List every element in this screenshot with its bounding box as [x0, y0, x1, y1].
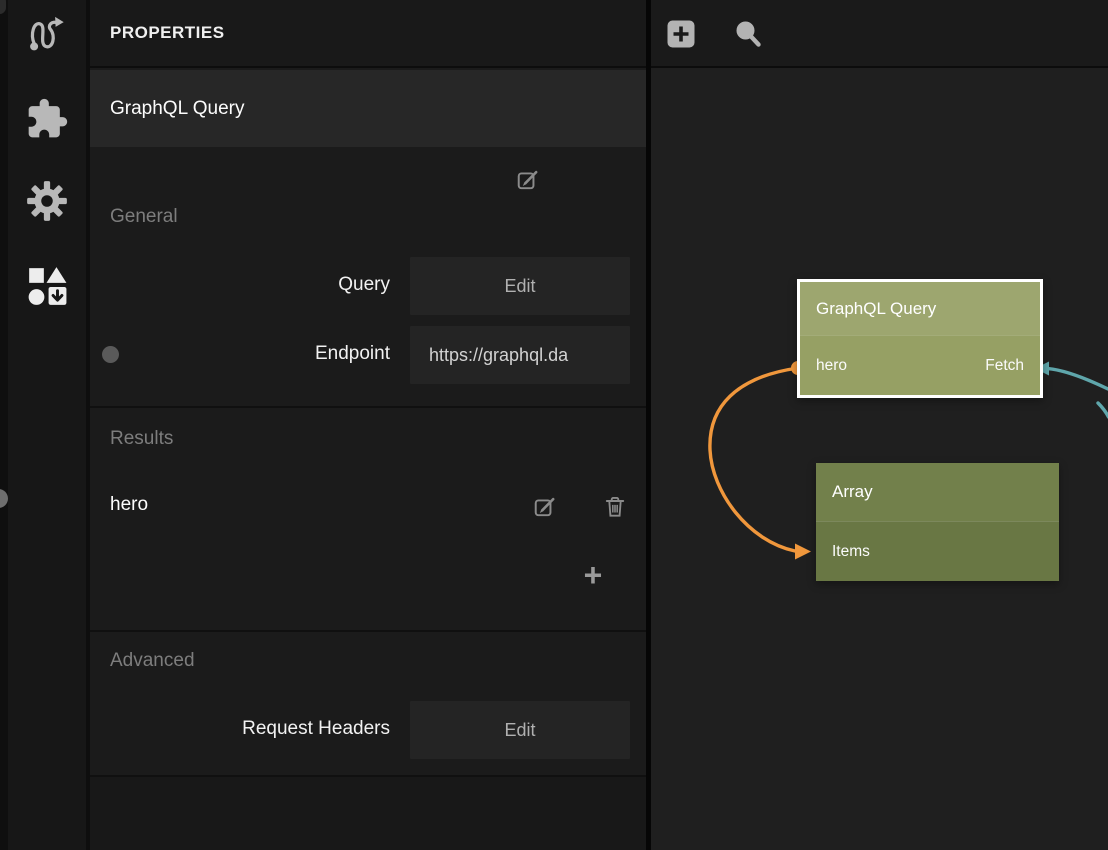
- canvas-toolbar: [651, 0, 1108, 68]
- node-header: Array: [816, 463, 1059, 521]
- panel-footer: [90, 777, 646, 850]
- query-edit-button[interactable]: Edit: [410, 257, 630, 315]
- query-label: Query: [90, 274, 390, 296]
- edit-pencil-icon: [516, 179, 540, 196]
- edit-pencil-icon: [533, 506, 557, 523]
- connections-layer: [651, 0, 1108, 850]
- arrowhead-icon: [795, 544, 811, 560]
- connection-hero-to-items[interactable]: [710, 361, 811, 560]
- rename-result-button[interactable]: [533, 495, 557, 519]
- node-title: Array: [832, 482, 873, 502]
- panel-title: PROPERTIES: [90, 23, 225, 43]
- selected-node-row: GraphQL Query: [90, 70, 646, 147]
- node-graphql-query[interactable]: GraphQL Query hero Fetch: [797, 279, 1043, 398]
- node-canvas[interactable]: GraphQL Query hero Fetch Array Items: [651, 0, 1108, 850]
- window-edge-strip: [0, 0, 8, 850]
- node-ports: hero Fetch: [800, 335, 1040, 395]
- connection-offscreen-to-fetch[interactable]: [1035, 362, 1108, 418]
- sidebar: [8, 0, 86, 850]
- section-advanced-label: Advanced: [110, 650, 195, 672]
- components-shapes-icon: [26, 265, 68, 312]
- port-hero-output[interactable]: hero: [816, 357, 847, 375]
- properties-panel-header: PROPERTIES: [90, 0, 646, 68]
- sidebar-item-components[interactable]: [25, 266, 69, 310]
- section-divider: [90, 406, 646, 408]
- selected-node-name: GraphQL Query: [110, 70, 244, 147]
- request-headers-edit-button[interactable]: Edit: [410, 701, 630, 759]
- gear-icon: [24, 178, 70, 229]
- puzzle-icon: [25, 97, 69, 146]
- endpoint-input[interactable]: https://graphql.da: [410, 326, 630, 384]
- port-items-input[interactable]: Items: [832, 543, 870, 561]
- section-divider: [90, 630, 646, 632]
- search-nodes-button[interactable]: [733, 19, 763, 49]
- sidebar-item-nodes[interactable]: [25, 14, 69, 58]
- section-results-label: Results: [110, 428, 173, 450]
- node-array[interactable]: Array Items: [816, 463, 1059, 581]
- noodl-logo-icon: [26, 13, 68, 60]
- endpoint-label: Endpoint: [90, 343, 390, 365]
- add-node-button[interactable]: [666, 19, 696, 49]
- sidebar-item-settings[interactable]: [25, 181, 69, 225]
- panel-edge-handle[interactable]: [0, 489, 8, 508]
- trash-icon: [603, 506, 627, 523]
- search-icon: [733, 36, 763, 53]
- add-result-button[interactable]: +: [571, 560, 615, 594]
- plus-square-icon: [666, 36, 696, 53]
- section-general-label: General: [110, 206, 178, 228]
- request-headers-label: Request Headers: [90, 718, 390, 740]
- node-title: GraphQL Query: [816, 299, 936, 319]
- sidebar-item-plugins[interactable]: [25, 99, 69, 143]
- node-header: GraphQL Query: [800, 282, 1040, 335]
- port-fetch-input[interactable]: Fetch: [985, 357, 1024, 375]
- node-ports: Items: [816, 521, 1059, 581]
- noodl-editor: PROPERTIES GraphQL Query: [0, 0, 1108, 850]
- clipped-corner-element: [0, 0, 6, 14]
- properties-panel: PROPERTIES GraphQL Query: [90, 0, 646, 850]
- rename-node-button[interactable]: [516, 168, 540, 192]
- delete-result-button[interactable]: [603, 495, 627, 519]
- result-item-name: hero: [110, 494, 148, 516]
